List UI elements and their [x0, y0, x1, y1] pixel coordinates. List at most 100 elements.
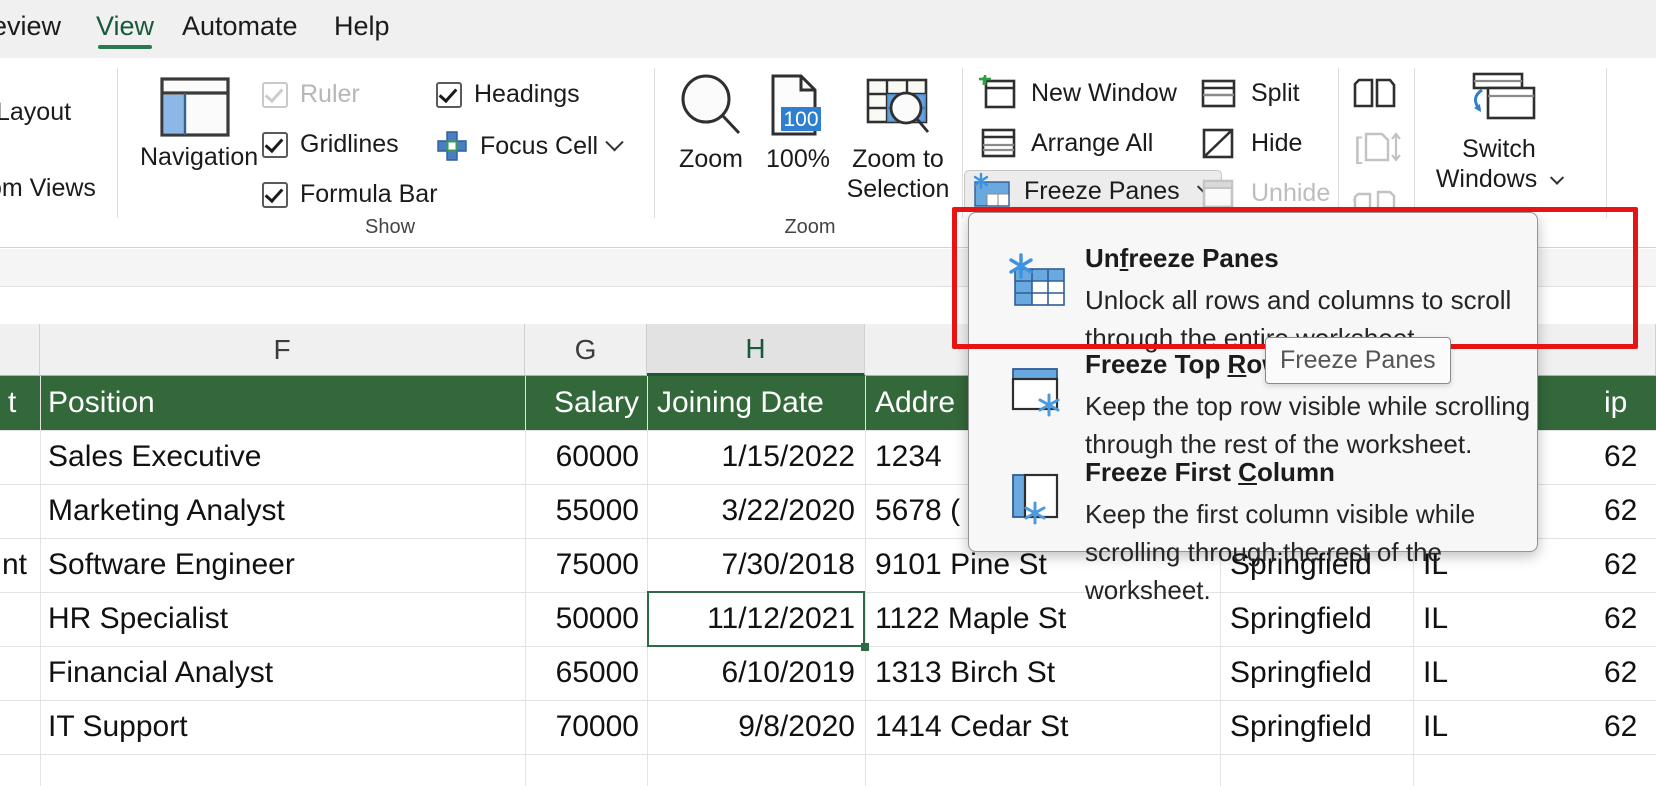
page-layout-label: Layout: [0, 98, 71, 126]
formula-bar-checkbox[interactable]: Formula Bar: [262, 180, 438, 209]
table-row[interactable]: 1414 Cedar St: [867, 700, 1220, 754]
table-row[interactable]: 50000: [525, 592, 647, 646]
headings-checkbox[interactable]: Headings: [436, 80, 580, 109]
table-row[interactable]: 7/30/2018: [649, 538, 863, 592]
table-header-cell-position: Position: [40, 376, 525, 430]
table-row[interactable]: 62: [1596, 484, 1656, 538]
table-header-cell-zip: ip: [1596, 376, 1656, 430]
table-row[interactable]: 65000: [525, 646, 647, 700]
zoom-to-selection-icon: [864, 72, 932, 142]
split-button[interactable]: Split: [1192, 72, 1306, 114]
tab-review[interactable]: eview: [0, 8, 61, 50]
focus-cell-dropdown-arrow[interactable]: [608, 140, 621, 158]
freeze-panes-tooltip: Freeze Panes: [1265, 337, 1451, 384]
gridlines-checkbox[interactable]: Gridlines: [262, 130, 399, 159]
tab-active-underline: [98, 45, 152, 49]
gridlines-label: Gridlines: [300, 130, 399, 159]
column-header-F[interactable]: F: [40, 324, 525, 376]
view-side-by-side-button[interactable]: [1352, 76, 1398, 115]
selected-cell-H5[interactable]: 11/12/2021: [649, 592, 863, 646]
freeze-panes-dropdown-menu[interactable]: Unfreeze Panes Unlock all rows and colum…: [968, 212, 1538, 552]
table-row[interactable]: 6/10/2019: [649, 646, 863, 700]
arrange-all-button[interactable]: Arrange All: [972, 122, 1159, 164]
freeze-panes-label: Freeze Panes: [1024, 177, 1180, 206]
tab-view[interactable]: View: [96, 8, 154, 50]
hide-button[interactable]: Hide: [1192, 122, 1308, 164]
menu-item-desc-freeze-first-column: Keep the first column visible while scro…: [1085, 495, 1537, 609]
zoom-button[interactable]: Zoom: [668, 72, 754, 174]
table-row[interactable]: Springfield: [1222, 646, 1412, 700]
table-row[interactable]: nt: [0, 538, 40, 592]
table-row[interactable]: 62: [1596, 592, 1656, 646]
table-row[interactable]: IT Support: [40, 700, 525, 754]
zoom-to-selection-label-1: Zoom to: [838, 144, 958, 174]
table-row[interactable]: 75000: [525, 538, 647, 592]
new-window-button[interactable]: New Window: [972, 72, 1183, 114]
unhide-button: Unhide: [1192, 172, 1336, 214]
freeze-first-column-icon: [1001, 467, 1065, 525]
fill-handle[interactable]: [861, 643, 869, 651]
menu-item-freeze-first-column[interactable]: Freeze First Column Keep the first colum…: [969, 449, 1537, 557]
group-separator-1: [117, 68, 118, 218]
menu-item-unfreeze-panes[interactable]: Unfreeze Panes Unlock all rows and colum…: [969, 225, 1537, 333]
table-row[interactable]: Sales Executive: [40, 430, 525, 484]
table-row[interactable]: IL: [1415, 646, 1525, 700]
table-row[interactable]: Marketing Analyst: [40, 484, 525, 538]
arrange-all-label: Arrange All: [1031, 129, 1153, 158]
column-header-H[interactable]: H: [647, 324, 865, 376]
table-row[interactable]: 3/22/2020: [649, 484, 863, 538]
arrange-all-icon: [978, 125, 1018, 161]
zoom-group-label: Zoom: [700, 216, 920, 239]
table-row[interactable]: 1/15/2022: [649, 430, 863, 484]
focus-cell-button[interactable]: Focus Cell: [436, 130, 598, 162]
zoom-100-button[interactable]: 100 100%: [758, 72, 838, 174]
table-row[interactable]: 60000: [525, 430, 647, 484]
zoom-to-selection-label-2: Selection: [838, 174, 958, 204]
table-row[interactable]: 1313 Birch St: [867, 646, 1220, 700]
tab-help[interactable]: Help: [334, 8, 390, 50]
gridlines-checkbox-box: [262, 132, 288, 158]
table-row[interactable]: 62: [1596, 430, 1656, 484]
hide-icon: [1198, 125, 1238, 161]
group-separator-6: [1606, 68, 1607, 218]
table-row[interactable]: Software Engineer: [40, 538, 525, 592]
custom-views-button[interactable]: om Views: [0, 174, 96, 203]
table-header-cell-e: t: [0, 376, 40, 430]
table-row[interactable]: Financial Analyst: [40, 646, 525, 700]
show-group-label: Show: [280, 216, 500, 239]
freeze-panes-icon: [971, 172, 1011, 210]
table-row[interactable]: IL: [1415, 700, 1525, 754]
navigation-button[interactable]: Navigation: [140, 76, 250, 172]
focus-cell-icon: [436, 130, 468, 162]
group-separator-4: [1338, 68, 1339, 218]
hide-label: Hide: [1251, 129, 1302, 158]
switch-windows-chevron-down-icon[interactable]: [1550, 171, 1564, 185]
column-header-G[interactable]: G: [525, 324, 647, 376]
zoom-to-selection-button[interactable]: Zoom to Selection: [838, 72, 958, 204]
tab-automate[interactable]: Automate: [182, 8, 298, 50]
switch-windows-button[interactable]: Switch Windows: [1424, 70, 1574, 194]
table-row[interactable]: 55000: [525, 484, 647, 538]
table-row[interactable]: Springfield: [1222, 700, 1412, 754]
table-row[interactable]: HR Specialist: [40, 592, 525, 646]
page-layout-button[interactable]: Layout: [0, 98, 71, 127]
ribbon-tab-strip: eview View Automate Help: [0, 0, 1656, 58]
column-header-e-partial[interactable]: [0, 324, 40, 376]
table-row[interactable]: 62: [1596, 646, 1656, 700]
ruler-checkbox[interactable]: Ruler: [262, 80, 360, 109]
table-row[interactable]: 70000: [525, 700, 647, 754]
menu-item-title-freeze-first-column: Freeze First Column: [1085, 457, 1335, 488]
table-row[interactable]: 9/8/2020: [649, 700, 863, 754]
freeze-panes-button[interactable]: Freeze Panes: [964, 170, 1222, 212]
menu-item-title-freeze-top-row: Freeze Top Row: [1085, 349, 1282, 380]
table-row[interactable]: 62: [1596, 700, 1656, 754]
tab-help-label: Help: [334, 11, 390, 41]
ruler-checkbox-box: [262, 82, 288, 108]
tab-automate-label: Automate: [182, 11, 298, 41]
group-separator-3: [962, 68, 963, 218]
menu-item-freeze-top-row[interactable]: Freeze Top Row Keep the top row visible …: [969, 341, 1537, 449]
custom-views-label: om Views: [0, 174, 96, 202]
freeze-top-row-icon: [1001, 359, 1065, 417]
table-row[interactable]: 62: [1596, 538, 1656, 592]
synchronous-scrolling-icon: [: [1352, 128, 1404, 168]
